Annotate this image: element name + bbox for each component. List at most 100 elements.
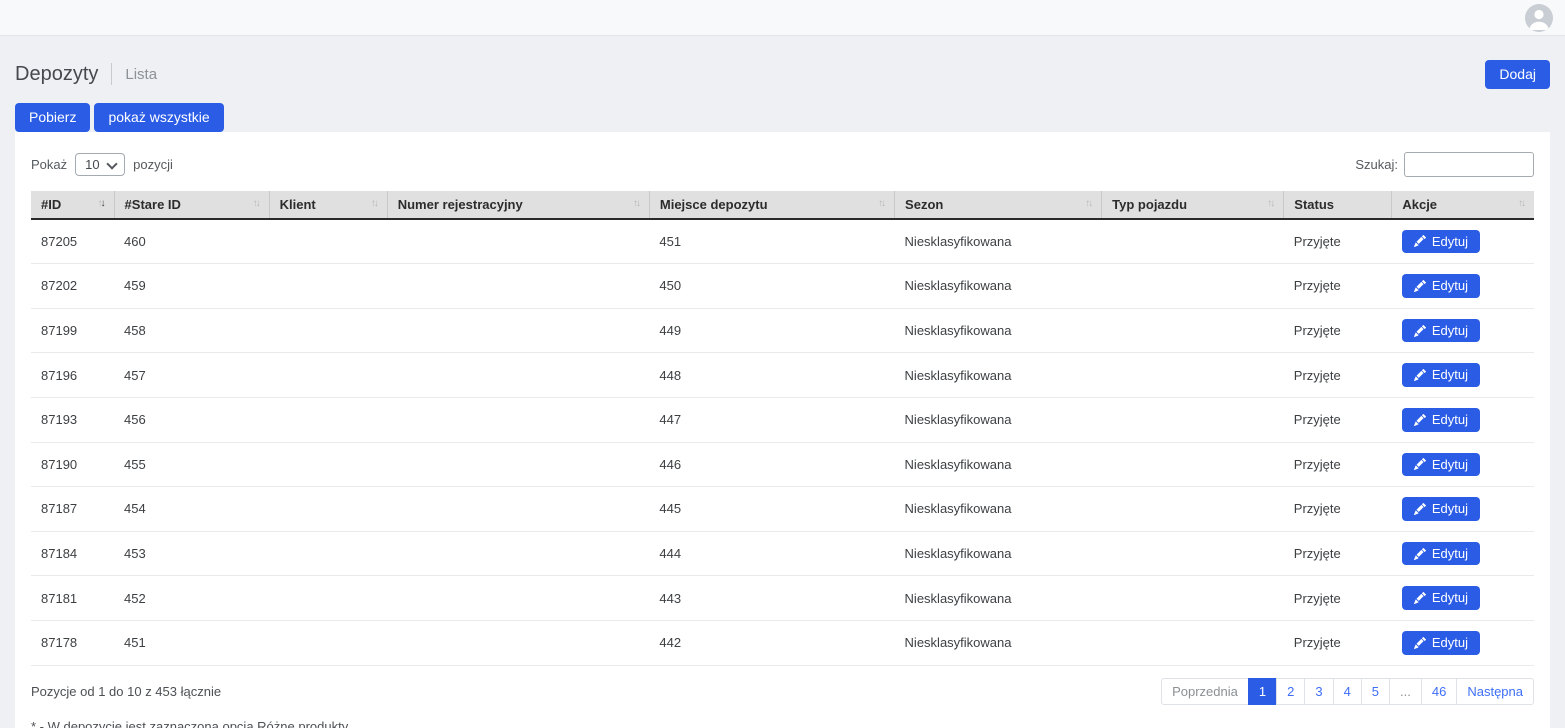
cell-season: Niesklasyfikowana	[895, 308, 1102, 353]
cell-id: 87199	[31, 308, 114, 353]
cell-old-id: 453	[114, 531, 269, 576]
cell-season: Niesklasyfikowana	[895, 353, 1102, 398]
cell-reg-number	[387, 620, 649, 665]
cell-reg-number	[387, 442, 649, 487]
edit-button[interactable]: Edytuj	[1402, 230, 1480, 254]
cell-vehicle-type	[1102, 308, 1284, 353]
cell-actions: Edytuj	[1392, 264, 1534, 309]
table-row: 87196457448NiesklasyfikowanaPrzyjęteEdyt…	[31, 353, 1534, 398]
download-button[interactable]: Pobierz	[15, 103, 90, 132]
cell-client	[269, 219, 387, 264]
column-header-season[interactable]: Sezon ↑↓	[895, 191, 1102, 219]
cell-actions: Edytuj	[1392, 442, 1534, 487]
footnote: * - W depozycie jest zaznaczona opcja Ró…	[31, 719, 1534, 728]
pagination-page-5[interactable]: 5	[1361, 678, 1390, 705]
cell-status: Przyjęte	[1284, 264, 1392, 309]
table-card: Pokaż 10 pozycji Szukaj:	[15, 132, 1550, 728]
cell-client	[269, 353, 387, 398]
cell-actions: Edytuj	[1392, 397, 1534, 442]
pagination-info: Pozycje od 1 do 10 z 453 łącznie	[31, 684, 221, 699]
column-header-vehicle-type[interactable]: Typ pojazdu ↑↓	[1102, 191, 1284, 219]
cell-season: Niesklasyfikowana	[895, 219, 1102, 264]
table-row: 87181452443NiesklasyfikowanaPrzyjęteEdyt…	[31, 576, 1534, 621]
table-row: 87199458449NiesklasyfikowanaPrzyjęteEdyt…	[31, 308, 1534, 353]
search-input[interactable]	[1404, 152, 1534, 177]
column-header-place[interactable]: Miejsce depozytu ↑↓	[649, 191, 894, 219]
cell-client	[269, 576, 387, 621]
column-header-client[interactable]: Klient ↑↓	[269, 191, 387, 219]
edit-button[interactable]: Edytuj	[1402, 586, 1480, 610]
table-controls: Pokaż 10 pozycji Szukaj:	[31, 152, 1534, 177]
cell-status: Przyjęte	[1284, 219, 1392, 264]
edit-button[interactable]: Edytuj	[1402, 363, 1480, 387]
show-all-button[interactable]: pokaż wszystkie	[94, 103, 223, 132]
pagination-page-46[interactable]: 46	[1421, 678, 1457, 705]
edit-button[interactable]: Edytuj	[1402, 453, 1480, 477]
cell-actions: Edytuj	[1392, 576, 1534, 621]
cell-id: 87205	[31, 219, 114, 264]
entries-label: pozycji	[133, 157, 173, 172]
pagination-page-3[interactable]: 3	[1304, 678, 1333, 705]
cell-reg-number	[387, 264, 649, 309]
page-size-select[interactable]: 10	[75, 153, 125, 176]
column-header-id[interactable]: #ID ↑↓	[31, 191, 114, 219]
edit-button[interactable]: Edytuj	[1402, 408, 1480, 432]
topbar	[0, 0, 1565, 36]
column-header-status[interactable]: Status	[1284, 191, 1392, 219]
pencil-icon	[1414, 592, 1426, 604]
deposits-table: #ID ↑↓ #Stare ID ↑↓ Klient ↑↓ Numer reje…	[31, 191, 1534, 666]
cell-place: 450	[649, 264, 894, 309]
sort-icon: ↑↓	[1518, 197, 1524, 209]
cell-place: 446	[649, 442, 894, 487]
column-header-actions[interactable]: Akcje ↑↓	[1392, 191, 1534, 219]
pagination-page-4[interactable]: 4	[1333, 678, 1362, 705]
cell-season: Niesklasyfikowana	[895, 576, 1102, 621]
sort-icon: ↑↓	[1085, 197, 1091, 209]
edit-button[interactable]: Edytuj	[1402, 319, 1480, 343]
cell-reg-number	[387, 353, 649, 398]
cell-place: 445	[649, 487, 894, 532]
cell-client	[269, 397, 387, 442]
cell-actions: Edytuj	[1392, 487, 1534, 532]
cell-status: Przyjęte	[1284, 531, 1392, 576]
cell-id: 87196	[31, 353, 114, 398]
cell-reg-number	[387, 308, 649, 353]
cell-old-id: 454	[114, 487, 269, 532]
cell-id: 87193	[31, 397, 114, 442]
table-row: 87205460451NiesklasyfikowanaPrzyjęteEdyt…	[31, 219, 1534, 264]
cell-id: 87178	[31, 620, 114, 665]
add-button[interactable]: Dodaj	[1485, 60, 1550, 89]
cell-old-id: 456	[114, 397, 269, 442]
column-header-old-id[interactable]: #Stare ID ↑↓	[114, 191, 269, 219]
edit-button[interactable]: Edytuj	[1402, 631, 1480, 655]
cell-place: 449	[649, 308, 894, 353]
pagination-prev[interactable]: Poprzednia	[1161, 678, 1249, 705]
cell-client	[269, 264, 387, 309]
cell-vehicle-type	[1102, 576, 1284, 621]
breadcrumb: Depozyty Lista	[15, 63, 157, 86]
cell-status: Przyjęte	[1284, 487, 1392, 532]
pagination-page-1[interactable]: 1	[1248, 678, 1277, 705]
search-control: Szukaj:	[1355, 152, 1534, 177]
edit-button[interactable]: Edytuj	[1402, 542, 1480, 566]
edit-button[interactable]: Edytuj	[1402, 497, 1480, 521]
pagination-page-2[interactable]: 2	[1276, 678, 1305, 705]
cell-vehicle-type	[1102, 397, 1284, 442]
cell-id: 87190	[31, 442, 114, 487]
user-avatar-icon[interactable]	[1525, 4, 1553, 32]
column-header-reg-number[interactable]: Numer rejestracyjny ↑↓	[387, 191, 649, 219]
page-size-select-wrap: 10	[75, 153, 125, 176]
cell-status: Przyjęte	[1284, 397, 1392, 442]
cell-season: Niesklasyfikowana	[895, 442, 1102, 487]
cell-actions: Edytuj	[1392, 308, 1534, 353]
sort-icon: ↑↓	[1267, 197, 1273, 209]
table-row: 87187454445NiesklasyfikowanaPrzyjęteEdyt…	[31, 487, 1534, 532]
cell-client	[269, 531, 387, 576]
cell-vehicle-type	[1102, 353, 1284, 398]
edit-button[interactable]: Edytuj	[1402, 274, 1480, 298]
cell-actions: Edytuj	[1392, 219, 1534, 264]
cell-season: Niesklasyfikowana	[895, 487, 1102, 532]
cell-status: Przyjęte	[1284, 620, 1392, 665]
cell-place: 442	[649, 620, 894, 665]
pagination-next[interactable]: Następna	[1456, 678, 1534, 705]
